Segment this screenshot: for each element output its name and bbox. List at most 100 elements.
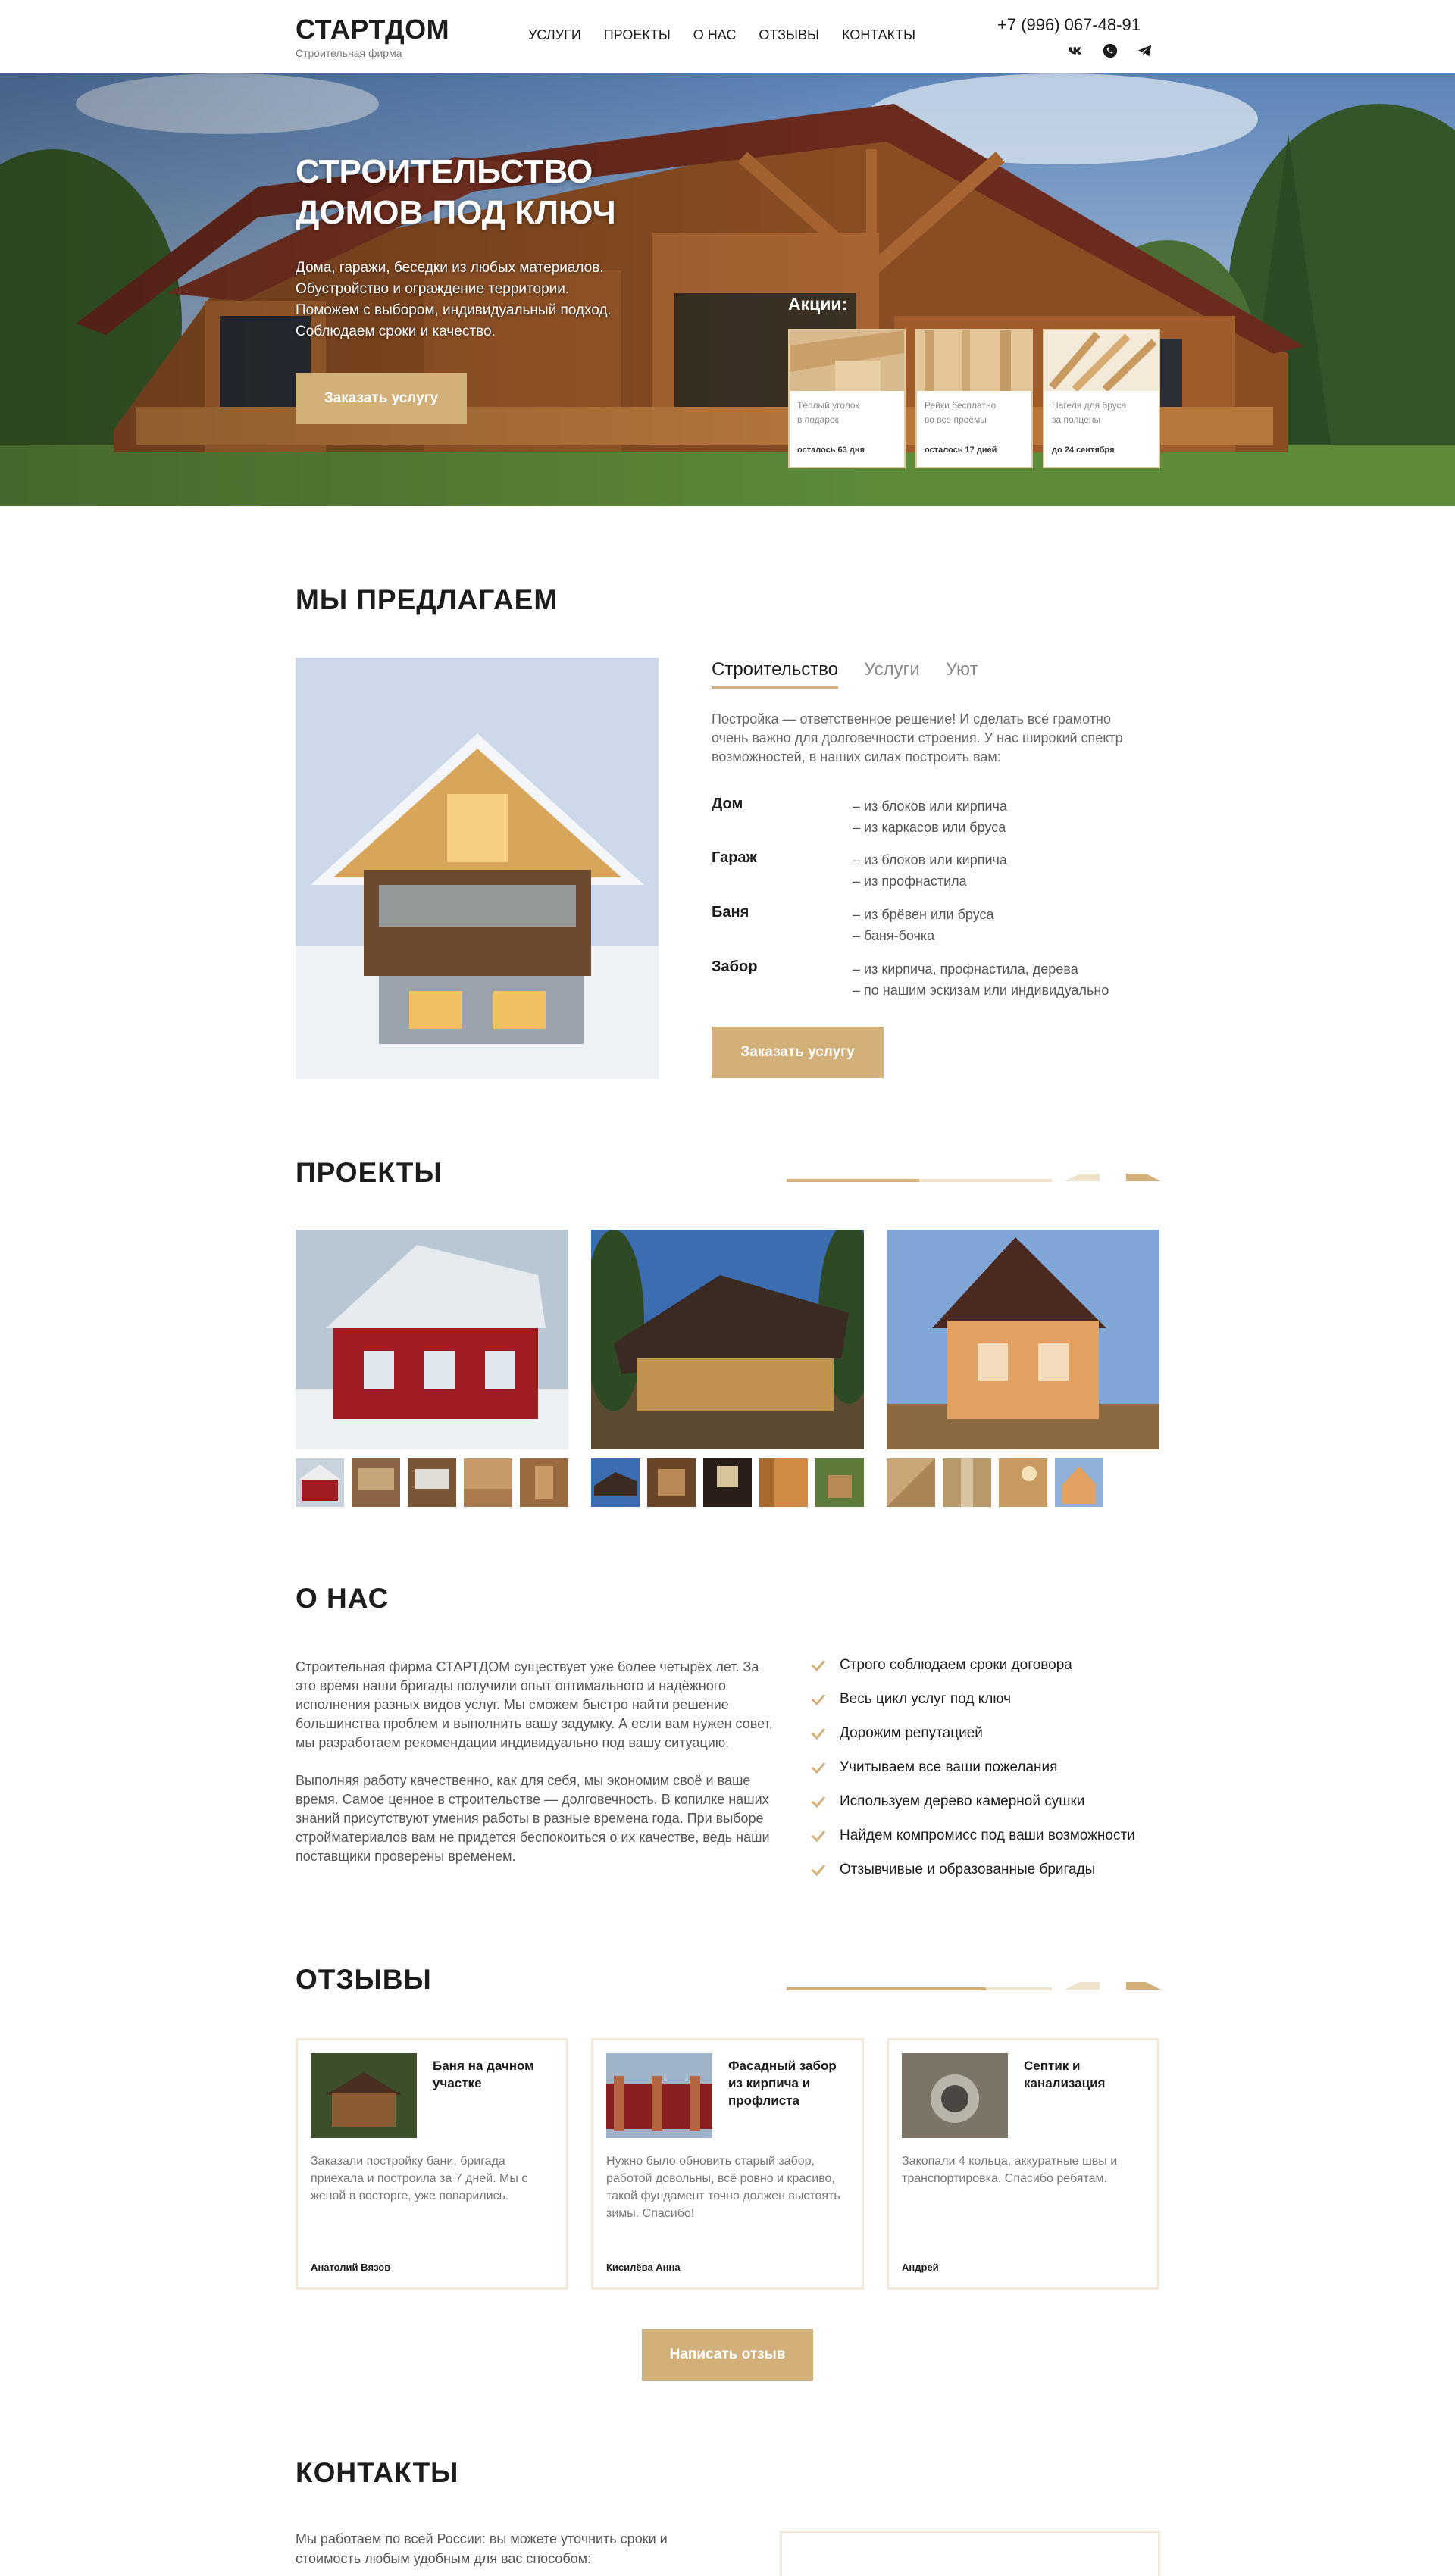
promo-image: [917, 330, 1031, 391]
hero-title-line: СТРОИТЕЛЬСТВО: [296, 153, 593, 190]
promo-text-line: Тёплый уголок: [797, 400, 859, 411]
offer-tabs: Строительство Услуги Уют: [712, 659, 978, 689]
project-thumbnail[interactable]: [296, 1458, 344, 1507]
tab-comfort[interactable]: Уют: [946, 659, 978, 689]
review-card[interactable]: Баня на дачном участке Заказали постройк…: [296, 2038, 568, 2290]
promo-text: Рейки бесплатно во все проёмы: [925, 399, 1023, 427]
vk-icon[interactable]: [1067, 42, 1084, 63]
project-thumbnail[interactable]: [1055, 1458, 1103, 1507]
review-title: Фасадный забор из кирпича и профлиста: [728, 2059, 837, 2108]
offer-row-options: – из блоков или кирпича – из профнастила: [853, 849, 1007, 892]
about-title: О НАС: [296, 1583, 390, 1614]
offer-row-options: – из кирпича, профнастила, дерева – по на…: [853, 958, 1109, 1001]
project-image[interactable]: [591, 1230, 864, 1449]
reviews-title: ОТЗЫВЫ: [296, 1964, 432, 1995]
tab-construction[interactable]: Строительство: [712, 659, 839, 689]
advantage-text: Отзывчивые и образованные бригады: [840, 1862, 1096, 1877]
offer-row-option: – из брёвен или бруса: [853, 907, 994, 922]
reviews-slider-progress: [787, 1987, 1052, 1990]
promo-text-line: Нагеля для бруса: [1052, 400, 1127, 411]
whatsapp-icon[interactable]: [1102, 42, 1119, 63]
prev-arrow-icon[interactable]: [1065, 1977, 1100, 1996]
project-thumbnail[interactable]: [759, 1458, 808, 1507]
check-icon: [811, 1865, 826, 1877]
nav-about[interactable]: О НАС: [693, 27, 737, 43]
promo-card[interactable]: Нагеля для бруса за полцены до 24 сентябр…: [1043, 329, 1160, 468]
offer-title: МЫ ПРЕДЛАГАЕМ: [296, 584, 559, 615]
order-service-button[interactable]: Заказать услугу: [296, 373, 467, 424]
review-text: Нужно было обновить старый забор, работо…: [606, 2155, 840, 2220]
projects-slider-fill: [787, 1179, 919, 1182]
contacts-title: КОНТАКТЫ: [296, 2457, 459, 2488]
hero-text-line: Обустройство и ограждение территории.: [296, 281, 570, 297]
project-thumbnail[interactable]: [352, 1458, 400, 1507]
project-thumbnail[interactable]: [815, 1458, 864, 1507]
review-text: Закопали 4 кольца, аккуратные швы и тран…: [902, 2155, 1118, 2185]
review-author: Кисилёва Анна: [606, 2262, 681, 2273]
order-service-button[interactable]: Заказать услугу: [712, 1027, 884, 1078]
next-arrow-icon[interactable]: [1126, 1169, 1161, 1187]
advantage-item: Учитываем все ваши пожелания: [811, 1759, 1057, 1776]
offer-row-name: Баня: [712, 904, 749, 921]
project-thumbnail[interactable]: [703, 1458, 752, 1507]
promo-text: Тёплый уголок в подарок: [797, 399, 896, 427]
promo-image: [790, 330, 904, 391]
offer-row-name: Забор: [712, 958, 758, 975]
project-thumbnail[interactable]: [943, 1458, 991, 1507]
hero-title-line: ДОМОВ ПОД КЛЮЧ: [296, 194, 616, 231]
offer-row-options: – из блоков или кирпича – из каркасов или…: [853, 796, 1007, 838]
project-thumbnail[interactable]: [408, 1458, 456, 1507]
promo-text: Нагеля для бруса за полцены: [1052, 399, 1150, 427]
project-thumbnail[interactable]: [520, 1458, 568, 1507]
project-image[interactable]: [887, 1230, 1159, 1449]
project-thumbnail[interactable]: [591, 1458, 640, 1507]
promo-deadline: до 24 сентября: [1052, 445, 1115, 455]
review-card[interactable]: Септик и канализация Закопали 4 кольца, …: [887, 2038, 1159, 2290]
hero-text-line: Дома, гаражи, беседки из любых материало…: [296, 260, 604, 276]
promo-card[interactable]: Тёплый уголок в подарок осталось 63 дня: [788, 329, 906, 468]
contacts-text: Мы работаем по всей России: вы можете ут…: [296, 2531, 668, 2566]
hero-section: [0, 73, 1455, 506]
check-icon: [811, 1830, 826, 1843]
project-thumbnail[interactable]: [887, 1458, 935, 1507]
next-arrow-icon[interactable]: [1126, 1977, 1161, 1996]
logo-subtitle: Строительная фирма: [296, 47, 402, 59]
promo-card[interactable]: Рейки бесплатно во все проёмы осталось 17…: [915, 329, 1033, 468]
review-image: [902, 2053, 1008, 2138]
project-thumbnail[interactable]: [647, 1458, 696, 1507]
prev-arrow-icon[interactable]: [1065, 1169, 1100, 1187]
write-review-button[interactable]: Написать отзыв: [642, 2329, 813, 2381]
check-icon: [811, 1660, 826, 1672]
review-text: Заказали постройку бани, бригада приехал…: [311, 2155, 528, 2202]
review-card[interactable]: Фасадный забор из кирпича и профлиста Ну…: [591, 2038, 864, 2290]
project-image[interactable]: [296, 1230, 568, 1449]
promo-deadline: осталось 63 дня: [797, 445, 865, 455]
phone-number[interactable]: +7 (996) 067-48-91: [997, 15, 1141, 35]
offer-row-option: – из кирпича, профнастила, дерева: [853, 961, 1078, 977]
nav-services[interactable]: УСЛУГИ: [528, 27, 581, 43]
about-paragraph: Строительная фирма СТАРТДОМ существует у…: [296, 1659, 773, 1750]
advantage-item: Найдем компромисс под ваши возможности: [811, 1827, 1135, 1844]
review-title: Септик и канализация: [1024, 2059, 1106, 2090]
project-thumbnail[interactable]: [999, 1458, 1047, 1507]
offer-row-name: Гараж: [712, 849, 757, 866]
telegram-icon[interactable]: [1137, 42, 1153, 63]
offer-row-option: – по нашим эскизам или индивидуально: [853, 983, 1109, 998]
offer-intro: Постройка — ответственное решение! И сде…: [712, 711, 1123, 764]
projects-title: ПРОЕКТЫ: [296, 1157, 443, 1188]
offer-row-options: – из брёвен или бруса – баня-бочка: [853, 904, 994, 946]
hero-text-line: Соблюдаем сроки и качество.: [296, 324, 496, 339]
nav-contacts[interactable]: КОНТАКТЫ: [842, 27, 915, 43]
project-thumbnail[interactable]: [464, 1458, 512, 1507]
review-author: Андрей: [902, 2262, 939, 2273]
review-title: Баня на дачном участке: [433, 2059, 534, 2090]
nav-reviews[interactable]: ОТЗЫВЫ: [759, 27, 819, 43]
advantage-text: Весь цикл услуг под ключ: [840, 1691, 1012, 1707]
offer-row-option: – из блоков или кирпича: [853, 852, 1007, 868]
offer-row-option: – баня-бочка: [853, 928, 935, 943]
nav-projects[interactable]: ПРОЕКТЫ: [604, 27, 671, 43]
logo[interactable]: СТАРТДОМ: [296, 14, 449, 45]
winter-house-image: [296, 658, 659, 1079]
advantage-item: Отзывчивые и образованные бригады: [811, 1862, 1095, 1878]
tab-services[interactable]: Услуги: [864, 659, 920, 689]
